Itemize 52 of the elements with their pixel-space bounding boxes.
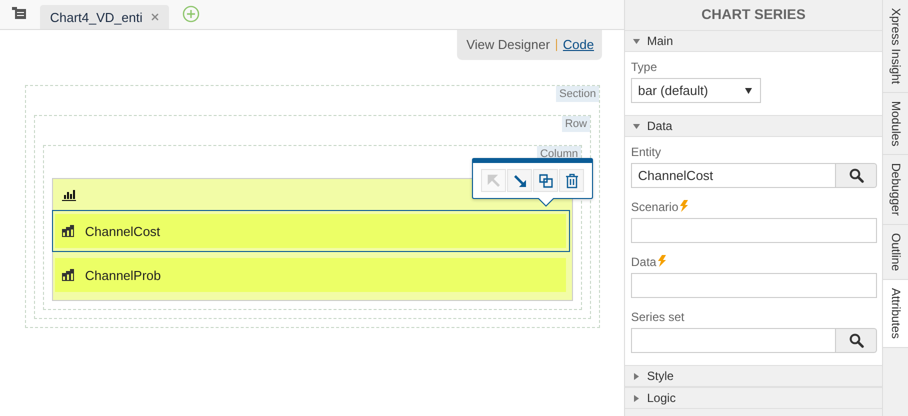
editor-tab[interactable]: Chart4_VD_enti <box>40 5 168 29</box>
type-select[interactable]: bar (default) <box>631 78 761 103</box>
dropdown-icon <box>745 88 752 94</box>
caret-icon <box>633 38 640 44</box>
view-link[interactable]: Code <box>562 37 594 52</box>
field-label: Data <box>631 255 656 269</box>
copy-icon <box>538 172 554 188</box>
series-item[interactable]: ChannelCost <box>52 210 570 252</box>
input-field[interactable]: ChannelCost <box>631 163 836 188</box>
arrow-down-right-icon <box>512 172 528 188</box>
row-box[interactable]: Row Column ChannelCost ChannelProb <box>34 115 591 319</box>
caret-icon <box>633 372 640 380</box>
side-tab[interactable]: Debugger <box>883 155 908 226</box>
close-icon[interactable] <box>150 13 158 21</box>
side-tab[interactable]: Xpress Insight <box>883 0 908 94</box>
group-header[interactable]: Logic <box>625 387 882 409</box>
search-button[interactable] <box>836 328 877 353</box>
field-label: Series set <box>631 310 684 324</box>
lightning-icon <box>657 255 666 267</box>
search-button[interactable] <box>836 163 877 188</box>
caret-icon <box>633 122 640 130</box>
popover-pointer <box>538 198 554 207</box>
copy-button[interactable] <box>533 169 558 192</box>
move-down-button[interactable] <box>507 169 532 192</box>
group-header[interactable]: Data <box>625 115 882 137</box>
row-label: Row <box>562 116 590 132</box>
section-box[interactable]: Section Row Column ChannelCost ChannelProb <box>25 85 600 328</box>
side-tab[interactable]: Attributes <box>883 280 908 348</box>
arrow-up-left-icon <box>486 172 502 188</box>
search-icon <box>848 168 864 183</box>
field-label: Type <box>631 60 658 74</box>
field-label: Scenario <box>631 200 678 214</box>
input-field[interactable] <box>631 273 877 298</box>
panel-title: CHART SERIES <box>700 5 807 24</box>
bar-chart-icon <box>62 188 76 200</box>
separator-bar <box>556 38 557 50</box>
search-icon <box>848 333 864 348</box>
delete-button[interactable] <box>559 169 584 192</box>
trash-icon <box>564 172 580 188</box>
group-header[interactable]: Style <box>625 365 882 387</box>
bar-series-icon <box>62 225 75 237</box>
bar-series-icon <box>62 269 75 281</box>
input-field[interactable] <box>631 218 877 243</box>
input-field[interactable] <box>631 328 836 353</box>
field-label: Entity <box>631 145 662 159</box>
lightning-icon <box>679 200 688 212</box>
list-icon[interactable] <box>12 7 26 19</box>
view-link[interactable]: View Designer <box>466 37 550 52</box>
group-header[interactable]: Main <box>625 30 882 52</box>
caret-icon <box>633 394 640 402</box>
section-label: Section <box>556 86 599 102</box>
side-tab[interactable]: Modules <box>883 93 908 156</box>
